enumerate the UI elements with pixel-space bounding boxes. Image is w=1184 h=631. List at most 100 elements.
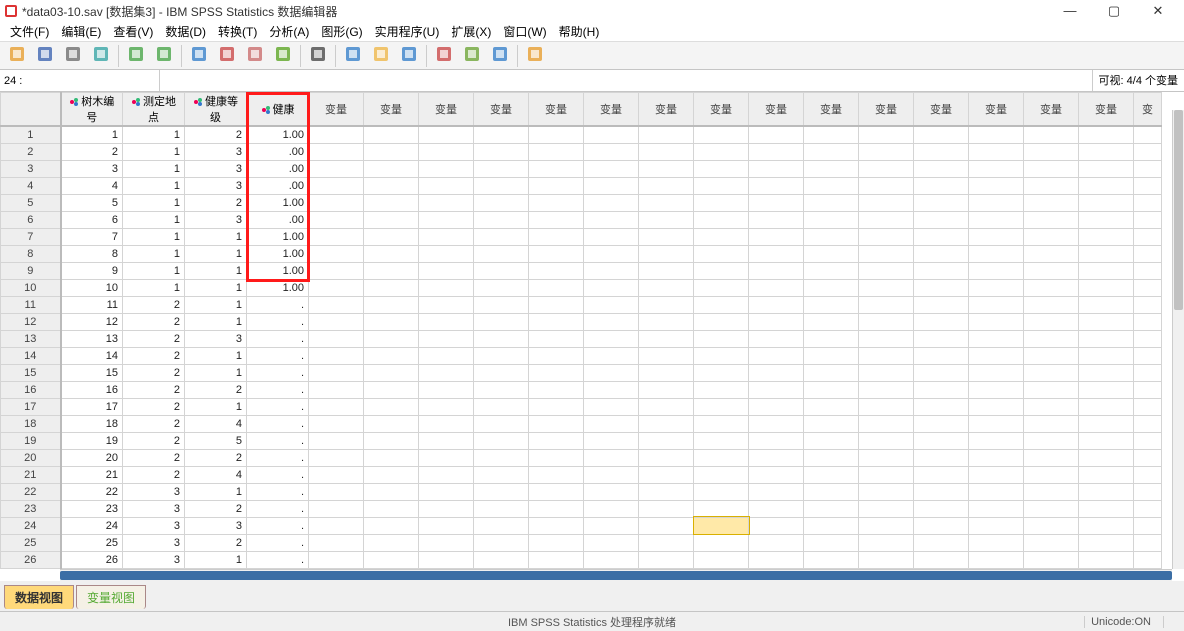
cell[interactable] — [749, 262, 804, 279]
cell[interactable] — [914, 211, 969, 228]
row-header[interactable]: 9 — [1, 262, 61, 279]
cell[interactable] — [474, 449, 529, 466]
cell[interactable] — [584, 432, 639, 449]
cell[interactable]: 1.00 — [247, 228, 309, 245]
cell[interactable] — [309, 415, 364, 432]
cell[interactable] — [639, 143, 694, 160]
cell[interactable] — [859, 364, 914, 381]
cell[interactable] — [529, 262, 584, 279]
cell[interactable] — [969, 211, 1024, 228]
cell[interactable] — [419, 330, 474, 347]
cell[interactable] — [639, 330, 694, 347]
row-header[interactable]: 6 — [1, 211, 61, 228]
cell[interactable] — [914, 432, 969, 449]
print-button[interactable] — [60, 44, 86, 68]
row-header[interactable]: 14 — [1, 347, 61, 364]
cell[interactable] — [1134, 432, 1162, 449]
cell[interactable] — [639, 313, 694, 330]
cell[interactable] — [639, 364, 694, 381]
cell[interactable] — [474, 483, 529, 500]
cell[interactable] — [639, 211, 694, 228]
cell[interactable] — [474, 143, 529, 160]
cell[interactable] — [309, 466, 364, 483]
cell[interactable] — [584, 381, 639, 398]
cell[interactable] — [1024, 500, 1079, 517]
cell[interactable] — [1079, 313, 1134, 330]
cell[interactable] — [1024, 517, 1079, 534]
cell[interactable] — [804, 534, 859, 551]
cell[interactable] — [474, 313, 529, 330]
cell[interactable] — [1134, 449, 1162, 466]
cell[interactable] — [419, 347, 474, 364]
cell[interactable] — [859, 126, 914, 143]
row-header[interactable]: 12 — [1, 313, 61, 330]
cell[interactable]: 2 — [123, 364, 185, 381]
cell[interactable] — [749, 381, 804, 398]
cell[interactable]: .00 — [247, 177, 309, 194]
cell[interactable] — [1079, 398, 1134, 415]
cell[interactable]: 6 — [61, 211, 123, 228]
cell[interactable]: 3 — [123, 483, 185, 500]
cell[interactable]: 17 — [61, 398, 123, 415]
cell[interactable] — [364, 126, 419, 143]
cell[interactable] — [694, 534, 749, 551]
cell[interactable] — [859, 415, 914, 432]
cell[interactable] — [639, 194, 694, 211]
cell[interactable] — [529, 517, 584, 534]
cell[interactable] — [584, 466, 639, 483]
cell[interactable] — [309, 551, 364, 568]
cell[interactable]: 1 — [185, 228, 247, 245]
cell[interactable] — [804, 415, 859, 432]
cell[interactable]: 13 — [61, 330, 123, 347]
cell[interactable]: 2 — [123, 381, 185, 398]
cell[interactable] — [364, 517, 419, 534]
use-sets-button[interactable] — [522, 44, 548, 68]
cell[interactable]: . — [247, 517, 309, 534]
row-header[interactable]: 16 — [1, 381, 61, 398]
cell[interactable] — [804, 211, 859, 228]
cell[interactable] — [859, 313, 914, 330]
column-header-empty[interactable]: 变量 — [474, 93, 529, 127]
row-header[interactable]: 26 — [1, 551, 61, 568]
cell[interactable] — [749, 330, 804, 347]
cell[interactable] — [859, 211, 914, 228]
cell[interactable] — [639, 245, 694, 262]
cell[interactable] — [1079, 415, 1134, 432]
cell[interactable] — [804, 126, 859, 143]
cell[interactable] — [364, 364, 419, 381]
vscroll-thumb[interactable] — [1174, 110, 1183, 310]
cell[interactable]: . — [247, 432, 309, 449]
cell[interactable] — [749, 517, 804, 534]
row-header[interactable]: 15 — [1, 364, 61, 381]
cell[interactable] — [969, 262, 1024, 279]
cell[interactable] — [364, 449, 419, 466]
cell[interactable] — [309, 500, 364, 517]
cell[interactable] — [309, 347, 364, 364]
cell[interactable] — [419, 279, 474, 296]
column-header-empty[interactable]: 变量 — [529, 93, 584, 127]
cell[interactable] — [364, 381, 419, 398]
cell[interactable] — [859, 262, 914, 279]
cell[interactable] — [804, 551, 859, 568]
cell[interactable] — [529, 449, 584, 466]
cell[interactable] — [859, 381, 914, 398]
cell[interactable] — [914, 517, 969, 534]
cell[interactable] — [639, 534, 694, 551]
cell[interactable] — [584, 177, 639, 194]
cell[interactable] — [1024, 466, 1079, 483]
cell[interactable] — [419, 262, 474, 279]
cell[interactable]: 1.00 — [247, 126, 309, 143]
cell[interactable] — [1024, 398, 1079, 415]
cell[interactable]: 15 — [61, 364, 123, 381]
cell[interactable] — [969, 517, 1024, 534]
cell[interactable] — [639, 381, 694, 398]
cell[interactable] — [694, 228, 749, 245]
cell[interactable] — [639, 126, 694, 143]
cell[interactable] — [1134, 160, 1162, 177]
cell[interactable]: 3 — [185, 517, 247, 534]
cell[interactable] — [419, 126, 474, 143]
cell[interactable] — [1024, 449, 1079, 466]
cell[interactable] — [529, 466, 584, 483]
cell[interactable] — [969, 330, 1024, 347]
cell[interactable] — [969, 466, 1024, 483]
